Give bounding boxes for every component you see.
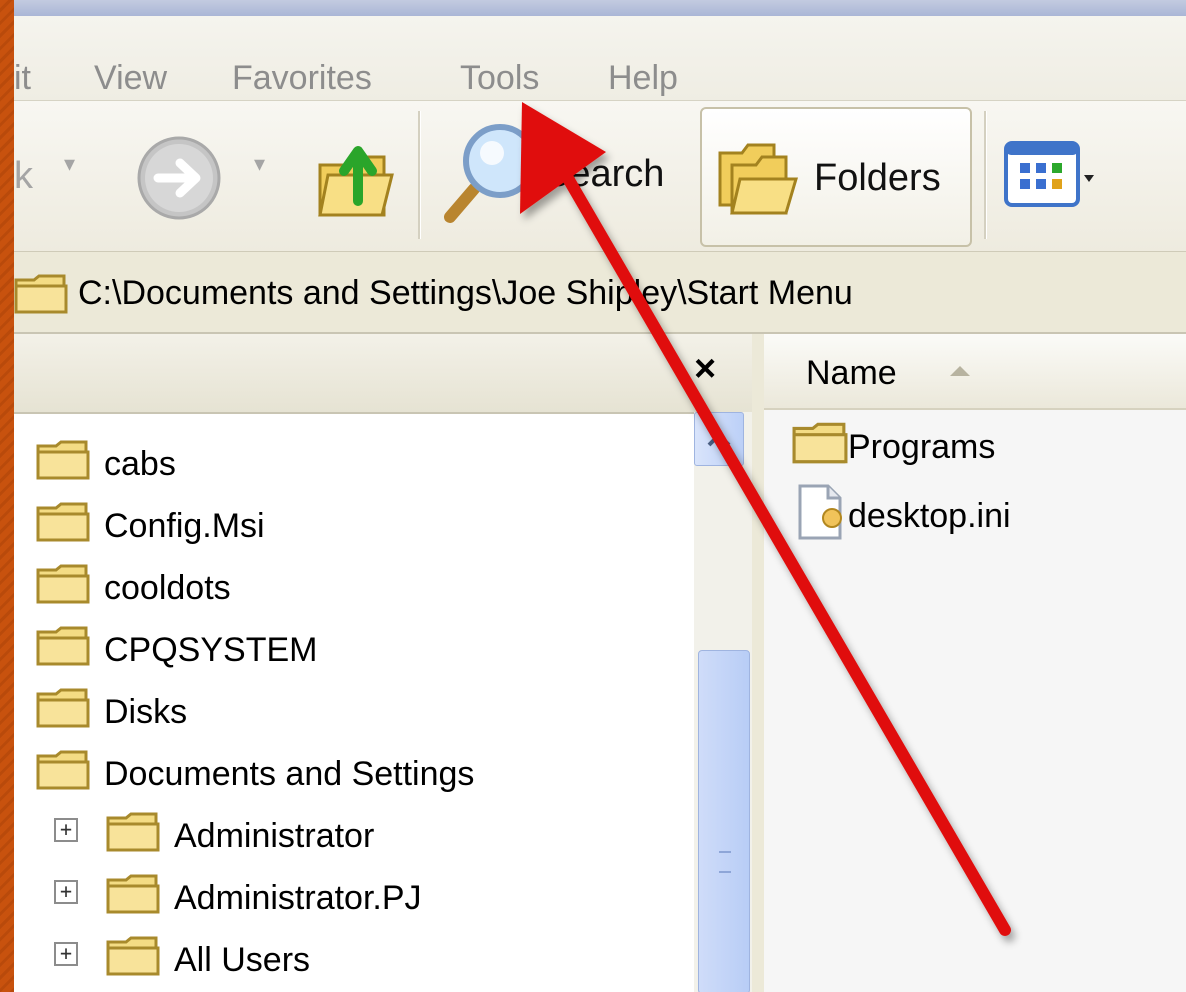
title-bar [14,0,1186,16]
folders-button-label: Folders [814,157,941,199]
folder-icon [36,750,90,790]
tree-item-label: Config.Msi [104,507,265,545]
list-item-label: Programs [848,428,996,466]
folder-icon [36,440,90,480]
chevron-up-icon [707,432,731,447]
list-item[interactable]: desktop.ini [792,484,1011,549]
tree-item-label: Administrator [174,817,375,855]
folder-icon [36,626,90,666]
folder-icon [106,936,160,976]
folder-icon [36,688,90,728]
grip-icon [719,851,731,873]
tree-item[interactable]: cooldots [36,564,231,613]
tree-item[interactable]: Administrator [106,812,374,861]
tree-item-label: CPQSYSTEM [104,631,318,669]
back-button-label[interactable]: k [14,155,33,198]
folders-icon [718,143,798,215]
scroll-up-button[interactable] [694,412,744,466]
views-icon[interactable] [1004,141,1096,213]
tree-item-label: cabs [104,445,176,483]
folder-icon [106,812,160,852]
tree-item[interactable]: CPQSYSTEM [36,626,317,675]
tree-item-label: cooldots [104,569,231,607]
folder-icon [792,422,848,464]
address-bar[interactable]: C:\Documents and Settings\Joe Shipley\St… [14,252,1186,334]
expand-icon[interactable]: + [54,818,78,842]
menu-tools[interactable]: Tools [460,58,539,98]
menu-favorites[interactable]: Favorites [232,58,372,98]
toolbar: k ▾ ▾ Search Folders [14,101,1186,252]
close-pane-button[interactable]: × [694,348,716,391]
tree-item[interactable]: All Users [106,936,310,985]
expand-icon[interactable]: + [54,942,78,966]
address-path: C:\Documents and Settings\Joe Shipley\St… [78,274,853,312]
expand-icon[interactable]: + [54,880,78,904]
settings-file-icon [798,484,842,540]
list-header: Name [764,334,1186,411]
menu-bar: it View Favorites Tools Help [14,16,1186,101]
folders-button[interactable]: Folders [700,107,972,247]
folder-icon [106,874,160,914]
tree-item[interactable]: Administrator.PJ [106,874,422,923]
forward-dropdown-icon[interactable]: ▾ [254,151,265,177]
tree-item-label: Disks [104,693,188,731]
folders-pane-header: × [14,334,752,412]
toolbar-separator [418,111,421,239]
menu-help[interactable]: Help [608,58,678,98]
folder-tree: cabs Config.Msi cooldots CPQSYSTEM Disks Docu… [14,412,694,992]
tree-item[interactable]: Disks [36,688,187,737]
menu-view[interactable]: View [94,58,167,98]
list-item[interactable]: Programs [792,422,995,473]
tree-item[interactable]: Config.Msi [36,502,265,551]
back-dropdown-icon[interactable]: ▾ [64,151,75,177]
tree-item[interactable]: Documents and Settings [36,750,474,799]
tree-item[interactable]: cabs [36,440,176,489]
search-icon[interactable] [440,119,540,227]
tree-item-label: Documents and Settings [104,755,475,793]
tree-item-label: Administrator.PJ [174,879,422,917]
pane-splitter[interactable] [752,334,764,992]
explorer-window: it View Favorites Tools Help k ▾ ▾ Searc… [14,0,1186,992]
forward-icon[interactable] [134,133,224,223]
tree-item-label: All Users [174,941,311,979]
folder-icon [14,274,68,314]
search-button-label[interactable]: Search [544,153,664,196]
list-item-label: desktop.ini [848,497,1011,535]
scroll-thumb[interactable] [698,650,750,992]
column-header-name[interactable]: Name [806,354,897,393]
menu-edit[interactable]: it [14,58,31,98]
folder-icon [36,564,90,604]
toolbar-separator [984,111,987,239]
folder-icon [36,502,90,542]
file-list: Programs desktop.ini [764,410,1186,992]
up-folder-icon[interactable] [314,131,398,223]
sort-ascending-icon [950,366,970,376]
